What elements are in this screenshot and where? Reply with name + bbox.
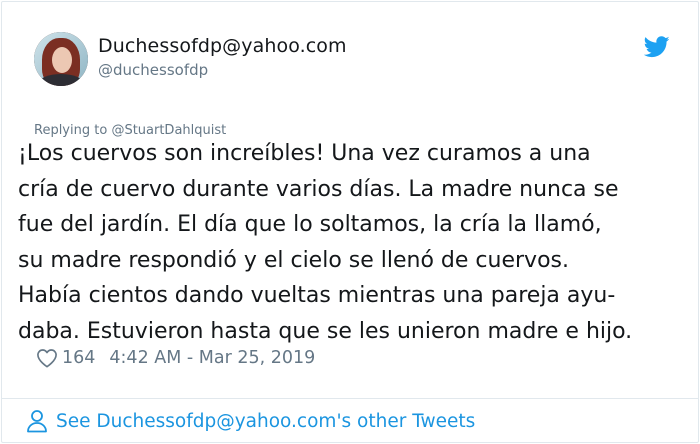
tweet-text: ¡Los cuervos son increíbles! Una vez cur… (18, 136, 698, 349)
like-count[interactable]: 164 (62, 348, 95, 368)
user-handle[interactable]: @duchessofdp (98, 61, 208, 79)
tweet-text-line: daba. Estuvieron hasta que se les uniero… (18, 318, 633, 344)
tweet-meta: 164 4:42 AM - Mar 25, 2019 (36, 346, 315, 370)
see-other-tweets-link[interactable]: See Duchessofdp@yahoo.com's other Tweets (26, 408, 475, 434)
tweet-text-line: Había cientos dando vueltas mientras una… (18, 283, 616, 308)
divider (2, 398, 698, 399)
tweet-text-line: su madre respondió y el cielo se llenó d… (18, 247, 569, 273)
see-other-tweets-label[interactable]: See Duchessofdp@yahoo.com's other Tweets (56, 411, 475, 432)
avatar-face (52, 47, 72, 73)
heart-icon[interactable] (36, 348, 58, 368)
embedded-tweet-card: Duchessofdp@yahoo.com @duchessofdp Reply… (1, 1, 699, 443)
tweet-text-line: ¡Los cuervos son increíbles! Una vez cur… (18, 141, 591, 166)
twitter-bird-icon[interactable] (644, 36, 670, 58)
person-icon (27, 410, 47, 433)
user-display-name[interactable]: Duchessofdp@yahoo.com (98, 35, 347, 57)
tweet-timestamp[interactable]: 4:42 AM - Mar 25, 2019 (109, 348, 315, 368)
avatar[interactable] (34, 32, 88, 86)
tweet-text-line: fue del jardín. El día que lo soltamos, … (18, 212, 602, 237)
tweet-text-line: cría de cuervo durante varios días. La m… (18, 176, 619, 202)
